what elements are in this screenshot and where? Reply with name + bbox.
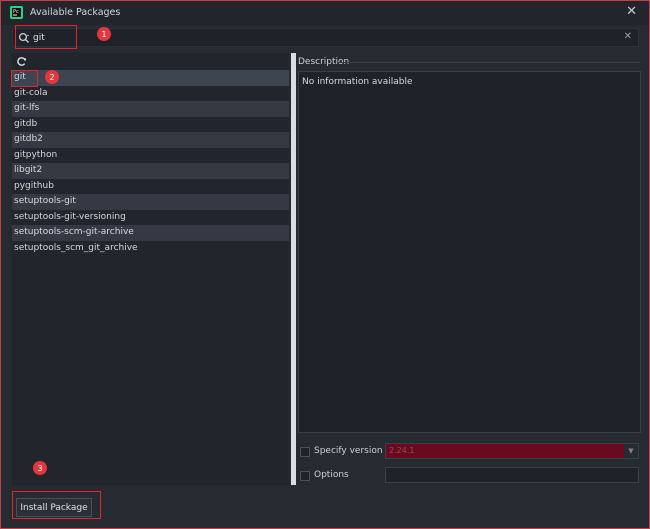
title-bar: Pc Available Packages ✕ bbox=[1, 1, 649, 25]
options-checkbox[interactable] bbox=[300, 471, 310, 481]
options-input[interactable] bbox=[385, 467, 639, 483]
package-list: git git-cola git-lfs gitdb gitdb2 gitpyt… bbox=[12, 70, 289, 256]
annotation-box-package bbox=[11, 70, 38, 87]
install-package-button[interactable]: Install Package bbox=[16, 498, 92, 517]
refresh-icon[interactable] bbox=[16, 56, 27, 67]
package-item[interactable]: pygithub bbox=[12, 179, 289, 195]
options-label: Options bbox=[314, 470, 349, 480]
annotation-marker-2: 2 bbox=[45, 70, 59, 84]
annotation-marker-1: 1 bbox=[97, 27, 111, 41]
description-divider bbox=[338, 62, 640, 63]
svg-text:Pc: Pc bbox=[13, 9, 19, 15]
description-panel: Description No information available bbox=[298, 53, 641, 433]
available-packages-dialog: Pc Available Packages ✕ ✕ 1 git git-cola… bbox=[0, 0, 650, 529]
close-icon[interactable]: ✕ bbox=[626, 5, 637, 19]
package-item[interactable]: gitpython bbox=[12, 148, 289, 164]
description-box: No information available bbox=[298, 71, 641, 433]
version-dropdown[interactable]: 2.24.1 ▼ bbox=[385, 443, 639, 459]
dialog-title: Available Packages bbox=[30, 7, 121, 18]
panel-splitter[interactable] bbox=[291, 53, 296, 485]
package-item[interactable]: gitdb2 bbox=[12, 132, 289, 148]
annotation-box-search bbox=[15, 25, 77, 49]
annotation-marker-3: 3 bbox=[33, 461, 47, 475]
pycharm-icon: Pc bbox=[10, 6, 23, 19]
package-item[interactable]: git-cola bbox=[12, 86, 289, 102]
chevron-down-icon: ▼ bbox=[624, 444, 638, 458]
search-input[interactable] bbox=[33, 30, 593, 45]
description-text: No information available bbox=[302, 77, 413, 87]
package-list-panel: git git-cola git-lfs gitdb gitdb2 gitpyt… bbox=[12, 53, 289, 485]
package-item[interactable]: gitdb bbox=[12, 117, 289, 133]
specify-version-label: Specify version bbox=[314, 446, 383, 456]
package-item[interactable]: setuptools_scm_git_archive bbox=[12, 241, 289, 257]
package-item[interactable]: setuptools-git-versioning bbox=[12, 210, 289, 226]
version-value: 2.24.1 bbox=[389, 446, 415, 455]
package-item[interactable]: git-lfs bbox=[12, 101, 289, 117]
clear-search-icon[interactable]: ✕ bbox=[624, 31, 632, 42]
package-item[interactable]: setuptools-scm-git-archive bbox=[12, 225, 289, 241]
package-item[interactable]: setuptools-git bbox=[12, 194, 289, 210]
package-item[interactable]: libgit2 bbox=[12, 163, 289, 179]
specify-version-checkbox[interactable] bbox=[300, 447, 310, 457]
